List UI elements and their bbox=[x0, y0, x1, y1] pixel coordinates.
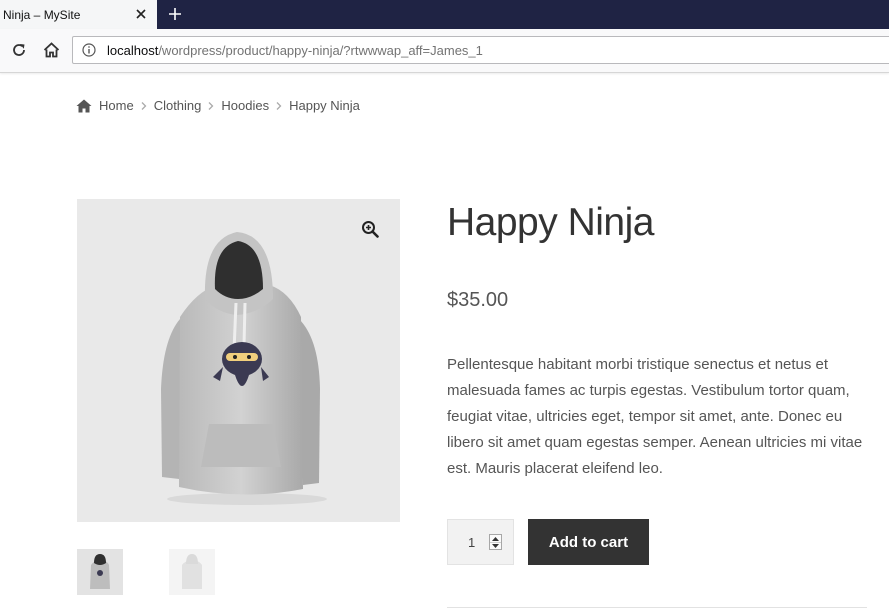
tab-title: Ninja – MySite bbox=[3, 8, 81, 22]
divider bbox=[447, 607, 867, 608]
product-description: Pellentesque habitant morbi tristique se… bbox=[447, 356, 863, 477]
browser-tab[interactable]: Ninja – MySite bbox=[0, 0, 157, 29]
close-icon[interactable] bbox=[133, 6, 149, 22]
quantity-value[interactable]: 1 bbox=[468, 535, 475, 550]
add-to-cart-button[interactable]: Add to cart bbox=[528, 519, 649, 565]
url-text: localhost/wordpress/product/happy-ninja/… bbox=[107, 43, 483, 58]
home-icon[interactable] bbox=[76, 99, 92, 113]
breadcrumb-hoodies[interactable]: Hoodies bbox=[221, 98, 269, 113]
product-price: $35.00 bbox=[447, 289, 509, 311]
browser-toolbar: localhost/wordpress/product/happy-ninja/… bbox=[0, 29, 889, 73]
breadcrumb: Home Clothing Hoodies Happy Ninja bbox=[76, 98, 360, 113]
reload-icon[interactable] bbox=[8, 39, 30, 61]
chevron-right-icon bbox=[276, 101, 282, 110]
home-icon[interactable] bbox=[40, 39, 62, 61]
chevron-right-icon bbox=[141, 101, 147, 110]
url-host: localhost bbox=[107, 43, 159, 58]
chevron-down-icon[interactable] bbox=[490, 542, 501, 549]
gallery-thumbnail[interactable] bbox=[169, 549, 215, 595]
plus-icon[interactable] bbox=[164, 3, 186, 25]
quantity-spinner[interactable] bbox=[489, 534, 502, 550]
url-path: /wordpress/product/happy-ninja/?rtwwwap_… bbox=[158, 43, 483, 58]
gallery-thumbnail[interactable] bbox=[77, 549, 123, 595]
product-title: Happy Ninja bbox=[447, 201, 654, 244]
quantity-stepper[interactable]: 1 bbox=[447, 519, 514, 565]
breadcrumb-home[interactable]: Home bbox=[99, 98, 134, 113]
zoom-icon[interactable] bbox=[359, 218, 381, 240]
chevron-right-icon bbox=[208, 101, 214, 110]
url-bar[interactable]: localhost/wordpress/product/happy-ninja/… bbox=[72, 36, 889, 64]
info-icon[interactable] bbox=[81, 42, 97, 58]
browser-tab-bar: Ninja – MySite bbox=[0, 0, 889, 29]
product-image[interactable] bbox=[77, 199, 400, 522]
breadcrumb-clothing[interactable]: Clothing bbox=[154, 98, 202, 113]
hoodie-image bbox=[161, 232, 327, 505]
breadcrumb-current: Happy Ninja bbox=[289, 98, 360, 113]
